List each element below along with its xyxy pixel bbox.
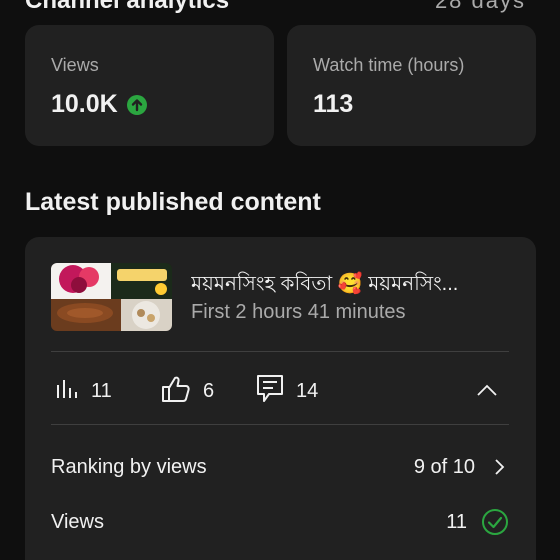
comments-metric: 14 [256, 371, 318, 411]
comment-icon [256, 374, 284, 409]
watch-time-stat-card[interactable]: Watch time (hours) 113 [287, 25, 536, 146]
chevron-up-icon[interactable] [475, 379, 499, 408]
bar-chart-icon [55, 377, 79, 406]
views-stat-card[interactable]: Views 10.0K [25, 25, 274, 146]
views-row-label: Views [51, 510, 104, 533]
video-title[interactable]: ময়মনসিংহ কবিতা 🥰 ময়মনসিং... [191, 269, 491, 302]
ranking-right: 9 of 10 [414, 456, 509, 479]
ranking-value: 9 of 10 [413, 455, 475, 478]
page-title: Channel analytics [25, 0, 230, 14]
stat-value: 10.0K [51, 90, 118, 118]
comments-count: 14 [296, 379, 319, 402]
ranking-label: Ranking by views [51, 455, 207, 478]
stat-label: Watch time (hours) [313, 55, 465, 75]
likes-metric: 6 [161, 371, 214, 411]
video-thumbnail[interactable] [51, 263, 172, 331]
views-row[interactable]: Views 11 [51, 502, 509, 542]
check-circle-icon [481, 508, 509, 536]
video-subtitle: First 2 hours 41 minutes [191, 301, 406, 323]
divider [51, 351, 509, 352]
date-range-label[interactable]: 28 days [435, 0, 526, 14]
latest-content-card: ময়মনসিংহ কবিতা 🥰 ময়মনসিং... First 2 ho… [25, 237, 536, 560]
views-count: 11 [91, 379, 112, 402]
thumbs-up-icon [161, 375, 191, 408]
stat-value-row: 10.0K [51, 90, 148, 119]
chevron-right-icon[interactable] [489, 457, 509, 477]
likes-count: 6 [203, 379, 215, 402]
views-row-value: 11 [446, 510, 467, 533]
stat-value: 113 [313, 90, 354, 118]
views-row-right: 11 [446, 508, 509, 536]
stat-label: Views [51, 55, 99, 75]
section-title: Latest published content [25, 188, 321, 216]
views-metric: 11 [55, 371, 112, 411]
trend-up-icon [126, 94, 148, 116]
video-metrics: 11 6 14 [51, 371, 509, 411]
divider [51, 424, 509, 425]
ranking-row[interactable]: Ranking by views 9 of 10 [51, 447, 509, 487]
stat-value-row: 113 [313, 90, 353, 119]
